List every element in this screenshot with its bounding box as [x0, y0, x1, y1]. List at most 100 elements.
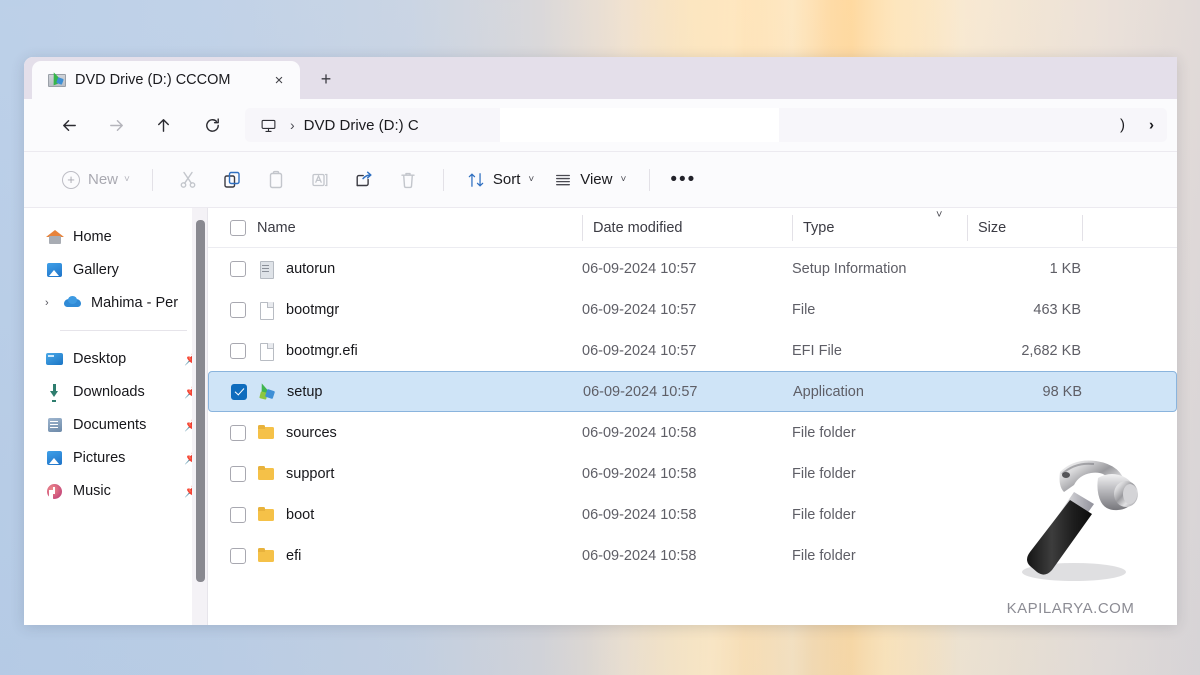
file-name-cell: support: [208, 465, 582, 483]
table-row[interactable]: autorun 06-09-2024 10:57 Setup Informati…: [208, 248, 1177, 289]
breadcrumb[interactable]: › DVD Drive (D:) C ) ›: [245, 108, 1167, 142]
table-row[interactable]: support 06-09-2024 10:58 File folder: [208, 453, 1177, 494]
sort-button[interactable]: Sort ˅: [457, 162, 544, 198]
sidebar-item-desktop[interactable]: Desktop 📌: [24, 342, 207, 375]
sidebar-item-label: Home: [73, 228, 112, 245]
column-header-name-label: Name: [257, 219, 296, 236]
sidebar-item-documents[interactable]: Documents 📌: [24, 408, 207, 441]
folder-icon: [257, 506, 275, 524]
sidebar-scrollbar-thumb[interactable]: [196, 220, 205, 582]
toolbar-divider-2: [442, 168, 444, 191]
column-header-size[interactable]: Size: [967, 208, 1082, 247]
sidebar-item-home[interactable]: Home: [24, 220, 207, 253]
row-checkbox[interactable]: [230, 301, 246, 318]
generic-file-icon: [257, 342, 275, 361]
breadcrumb-path[interactable]: DVD Drive (D:) C: [304, 117, 419, 134]
dvd-drive-icon: [48, 70, 66, 88]
tab-dvd-drive[interactable]: DVD Drive (D:) CCCOM ×: [32, 61, 300, 99]
share-button[interactable]: [342, 162, 386, 198]
row-checkbox[interactable]: [230, 465, 246, 482]
view-button[interactable]: View ˅: [544, 162, 636, 198]
redaction-overlay: [500, 108, 779, 142]
column-header-name[interactable]: Name: [208, 208, 582, 247]
up-icon[interactable]: [144, 108, 182, 142]
column-header-date-label: Date modified: [593, 219, 683, 236]
file-name-cell: bootmgr: [208, 301, 582, 320]
breadcrumb-end-chevron[interactable]: ›: [1149, 117, 1154, 134]
table-row[interactable]: boot 06-09-2024 10:58 File folder: [208, 494, 1177, 535]
new-tab-button[interactable]: +: [309, 62, 343, 96]
cut-button[interactable]: [166, 162, 210, 198]
file-date: 06-09-2024 10:58: [582, 506, 697, 523]
sidebar-item-label: Pictures: [73, 449, 126, 466]
breadcrumb-separator: ›: [290, 117, 295, 133]
table-row[interactable]: bootmgr.efi 06-09-2024 10:57 EFI File 2,…: [208, 330, 1177, 371]
file-name: bootmgr: [286, 301, 340, 318]
file-type: EFI File: [792, 342, 842, 359]
sidebar-item-onedrive[interactable]: › Mahima - Per: [24, 286, 207, 319]
sidebar-item-gallery[interactable]: Gallery: [24, 253, 207, 286]
file-date: 06-09-2024 10:58: [582, 465, 697, 482]
forward-icon[interactable]: [97, 108, 135, 142]
sidebar-item-music[interactable]: Music 📌: [24, 474, 207, 507]
rename-button[interactable]: [298, 162, 342, 198]
file-type: Application: [793, 383, 864, 400]
this-pc-icon[interactable]: [255, 117, 281, 134]
file-type: File folder: [792, 547, 856, 564]
sidebar-item-pictures[interactable]: Pictures 📌: [24, 441, 207, 474]
chevron-right-icon[interactable]: ›: [45, 297, 49, 309]
table-row[interactable]: sources 06-09-2024 10:58 File folder: [208, 412, 1177, 453]
file-name-cell: bootmgr.efi: [208, 342, 582, 361]
file-size: 1 KB: [1049, 260, 1081, 277]
row-checkbox[interactable]: [230, 342, 246, 359]
table-row[interactable]: bootmgr 06-09-2024 10:57 File 463 KB: [208, 289, 1177, 330]
row-checkbox[interactable]: [230, 424, 246, 441]
file-name: efi: [286, 547, 302, 564]
command-toolbar: + New ˅ Sort ˅ View ˅ •••: [24, 152, 1177, 208]
sidebar-scrollbar-track[interactable]: [192, 208, 207, 625]
paste-button[interactable]: [254, 162, 298, 198]
file-date: 06-09-2024 10:57: [582, 260, 697, 277]
toolbar-divider: [151, 168, 153, 191]
file-name: setup: [287, 383, 323, 400]
file-name-cell: efi: [208, 547, 582, 565]
breadcrumb-path-tail: ): [1120, 116, 1125, 134]
select-all-checkbox[interactable]: [230, 219, 246, 236]
row-checkbox[interactable]: [230, 547, 246, 564]
column-header-date-modified[interactable]: Date modified: [582, 208, 792, 247]
close-icon[interactable]: ×: [266, 67, 292, 93]
row-checkbox[interactable]: [230, 260, 246, 277]
setup-information-file-icon: [257, 260, 275, 279]
explorer-body: Home Gallery › Mahima - Per Desktop 📌 Do…: [24, 208, 1177, 625]
copy-button[interactable]: [210, 162, 254, 198]
sidebar-divider: [60, 330, 187, 331]
sidebar-item-label: Documents: [73, 416, 147, 433]
delete-button[interactable]: [386, 162, 430, 198]
table-row[interactable]: efi 06-09-2024 10:58 File folder: [208, 535, 1177, 576]
table-row-selected[interactable]: setup 06-09-2024 10:57 Application 98 KB: [208, 371, 1177, 412]
folder-icon: [257, 547, 275, 565]
file-name-cell: boot: [208, 506, 582, 524]
file-size: 2,682 KB: [1021, 342, 1081, 359]
file-name: bootmgr.efi: [286, 342, 358, 359]
column-headers: Name Date modified Type Size ˅: [208, 208, 1177, 248]
file-date: 06-09-2024 10:57: [583, 383, 698, 400]
gallery-icon: [46, 261, 64, 279]
watermark-text: KAPILARYA.COM: [1006, 600, 1135, 617]
onedrive-cloud-icon: [64, 294, 82, 312]
folder-icon: [257, 465, 275, 483]
row-checkbox[interactable]: [230, 506, 246, 523]
new-button[interactable]: + New ˅: [58, 163, 139, 197]
row-checkbox[interactable]: [231, 383, 247, 400]
tab-title: DVD Drive (D:) CCCOM: [75, 72, 231, 88]
plus-icon: +: [62, 170, 80, 189]
address-bar: › DVD Drive (D:) C ) ›: [24, 99, 1177, 152]
refresh-icon[interactable]: [193, 108, 231, 142]
file-type: File: [792, 301, 816, 318]
folder-icon: [257, 424, 275, 442]
sidebar-item-downloads[interactable]: Downloads 📌: [24, 375, 207, 408]
back-icon[interactable]: [50, 108, 88, 142]
application-icon: [257, 381, 276, 401]
more-options-button[interactable]: •••: [663, 162, 703, 198]
sidebar-item-label: Music: [73, 482, 111, 499]
